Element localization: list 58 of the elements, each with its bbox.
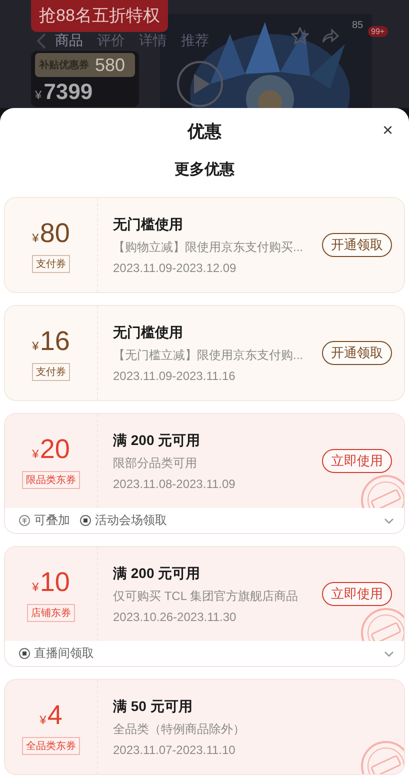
currency-sign: ¥	[40, 712, 46, 726]
chevron-icon[interactable]	[384, 518, 394, 524]
currency-sign: ¥	[32, 446, 39, 460]
coupon-title: 满 200 元可用	[113, 432, 202, 450]
record-icon	[19, 648, 30, 659]
currency-sign: ¥	[32, 338, 39, 352]
source-label: 直播间领取	[34, 645, 94, 662]
source-label: 可叠加	[34, 512, 70, 529]
validity-dates: 2023.10.26-2023.11.30	[113, 610, 238, 624]
star-icon[interactable]	[291, 27, 309, 45]
back-icon[interactable]	[36, 33, 48, 49]
subsidy-amount: 580	[95, 54, 126, 76]
nav-tab[interactable]: 评价	[97, 33, 125, 48]
source-label: 活动会场领取	[95, 512, 167, 529]
coupon-amount: 4	[47, 700, 62, 730]
promo-banner[interactable]: 抢88名五折特权	[31, 0, 168, 32]
coupon-description: 【无门槛立减】限使用京东支付购...	[113, 346, 304, 364]
activate-claim-button[interactable]: 开通领取	[322, 341, 392, 365]
currency-sign: ¥	[32, 580, 39, 594]
stack-icon	[19, 515, 30, 526]
currency-sign: ¥	[35, 88, 42, 102]
coupon-type-tag: 全品类东券	[22, 736, 80, 754]
coupon-type-tag: 店铺东券	[27, 604, 75, 622]
coupon-type-tag: 支付券	[32, 254, 70, 272]
activate-claim-button[interactable]: 开通领取	[322, 233, 392, 257]
coupon-amount: 10	[40, 566, 70, 598]
validity-dates: 2023.11.07-2023.11.10	[113, 742, 236, 756]
size-label: 85	[352, 20, 364, 31]
coupon-title: 满 200 元可用	[113, 564, 202, 582]
price: 7399	[44, 79, 93, 105]
nav-tab[interactable]: 详情	[139, 33, 167, 48]
nav-tab[interactable]: 推荐	[181, 33, 209, 48]
coupon-description: 仅可购买 TCL 集团官方旗舰店商品	[113, 588, 299, 604]
section-title: 更多优惠	[174, 161, 234, 178]
close-button[interactable]: ×	[382, 120, 393, 140]
coupon-title: 无门槛使用	[113, 324, 184, 342]
record-icon	[80, 515, 91, 526]
coupon-type-tag: 支付券	[32, 362, 70, 380]
nav-tab[interactable]: 商品	[55, 33, 83, 48]
coupon-type-tag: 限品类东券	[22, 470, 80, 488]
use-now-button[interactable]: 立即使用	[322, 449, 392, 473]
validity-dates: 2023.11.08-2023.11.09	[113, 476, 236, 490]
use-now-button[interactable]: 立即使用	[322, 582, 392, 606]
validity-dates: 2023.11.09-2023.12.09	[113, 260, 238, 274]
sheet-title: 优惠	[188, 120, 222, 142]
validity-dates: 2023.11.09-2023.11.16	[113, 368, 236, 382]
currency-sign: ¥	[32, 230, 39, 244]
coupon-title: 无门槛使用	[113, 216, 184, 234]
share-icon[interactable]	[321, 27, 339, 45]
coupon-description: 限部分品类可用	[113, 454, 198, 472]
coupon-amount: 16	[40, 326, 70, 356]
cart-badge: 99+	[368, 26, 388, 37]
coupon-description: 【购物立减】限使用京东支付购买...	[113, 238, 304, 256]
coupon-amount: 80	[40, 218, 70, 248]
coupon-amount: 20	[40, 434, 70, 464]
coupon-description: 全品类（特例商品除外）	[113, 720, 246, 738]
chevron-icon[interactable]	[384, 650, 394, 658]
coupon-title: 满 50 元可用	[113, 698, 194, 716]
